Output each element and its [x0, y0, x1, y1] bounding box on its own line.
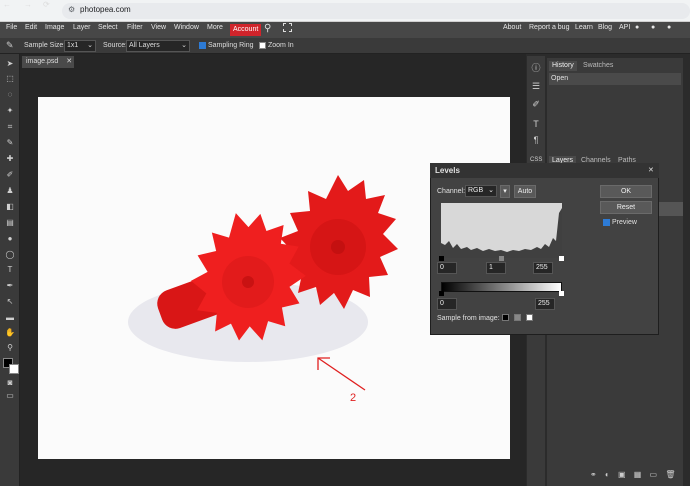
tab-history[interactable]: History — [549, 61, 577, 71]
facebook-icon[interactable]: ● — [667, 24, 671, 31]
menu-learn[interactable]: Learn — [575, 24, 593, 31]
background-color-swatch[interactable] — [9, 364, 19, 374]
quick-mask-icon[interactable]: ◙ — [4, 377, 16, 388]
menu-more[interactable]: More — [207, 24, 223, 31]
input-white-slider[interactable] — [559, 256, 564, 261]
search-icon[interactable]: ⚲ — [264, 23, 271, 34]
twitter-icon[interactable]: ● — [651, 24, 655, 31]
info-icon[interactable]: ⓘ — [530, 62, 542, 74]
forward-icon[interactable]: → — [24, 0, 32, 9]
menu-image[interactable]: Image — [45, 24, 64, 31]
menu-blog[interactable]: Blog — [598, 24, 612, 31]
annotation-arrow — [317, 357, 366, 391]
hand-tool-icon[interactable]: ✋ — [4, 327, 16, 338]
move-tool-icon[interactable]: ➤ — [4, 58, 16, 69]
input-black-field[interactable]: 0 — [437, 262, 457, 274]
input-gamma-slider[interactable] — [499, 256, 504, 261]
character-icon[interactable]: T — [530, 118, 542, 130]
layer-actions-bar[interactable]: ⚭ ◐ ▣ ▦ ▭ 🗑 — [590, 470, 678, 479]
blur-tool-icon[interactable]: ● — [4, 233, 16, 244]
brush-tool-icon[interactable]: ✐ — [4, 169, 16, 180]
account-button[interactable]: Account — [230, 24, 262, 36]
layer-row[interactable] — [657, 202, 683, 216]
sample-size-select[interactable]: 1x1 ⌄ — [64, 40, 96, 52]
brush-panel-icon[interactable]: ✐ — [530, 98, 542, 110]
preview-checkbox[interactable] — [603, 219, 610, 226]
sample-white-point[interactable] — [526, 314, 533, 321]
histogram-graph — [441, 208, 562, 258]
reddit-icon[interactable]: ● — [635, 24, 639, 31]
document-tab[interactable]: image.psd ✕ — [22, 56, 74, 68]
source-select[interactable]: All Layers ⌄ — [126, 40, 190, 52]
sampling-ring-checkbox[interactable] — [199, 42, 206, 49]
channel-options-icon[interactable]: ▾ — [500, 185, 510, 198]
output-black-slider[interactable] — [439, 291, 444, 296]
path-select-icon[interactable]: ↖ — [4, 296, 16, 307]
output-gradient — [441, 282, 562, 292]
history-item-row[interactable] — [549, 73, 681, 85]
ok-button[interactable]: OK — [600, 185, 652, 198]
stamp-tool-icon[interactable]: ♟ — [4, 185, 16, 196]
address-bar[interactable] — [62, 3, 690, 19]
menu-about[interactable]: About — [503, 24, 521, 31]
sample-from-image-label: Sample from image: — [437, 315, 500, 322]
screen-mode-icon[interactable]: ▭ — [4, 390, 16, 401]
paragraph-icon[interactable]: ¶ — [530, 134, 542, 146]
reset-button[interactable]: Reset — [600, 201, 652, 214]
sampling-ring-label: Sampling Ring — [208, 42, 254, 49]
menu-filter[interactable]: Filter — [127, 24, 143, 31]
lasso-tool-icon[interactable]: ◌ — [4, 89, 16, 100]
zoom-in-label: Zoom In — [268, 42, 294, 49]
eyedropper-icon: ✎ — [6, 40, 14, 50]
histogram — [441, 203, 562, 258]
output-white-slider[interactable] — [559, 291, 564, 296]
eraser-tool-icon[interactable]: ◧ — [4, 201, 16, 212]
magic-wand-icon[interactable]: ✦ — [4, 105, 16, 116]
menu-file[interactable]: File — [6, 24, 17, 31]
menu-edit[interactable]: Edit — [25, 24, 37, 31]
rectangle-tool-icon[interactable]: ▬ — [4, 312, 16, 323]
dodge-tool-icon[interactable]: ◯ — [4, 249, 16, 260]
fullscreen-icon[interactable] — [283, 23, 292, 32]
preview-label: Preview — [612, 219, 637, 226]
text-tool-icon[interactable]: T — [4, 264, 16, 275]
menu-select[interactable]: Select — [98, 24, 117, 31]
close-tab-icon[interactable]: ✕ — [66, 58, 72, 65]
url-text: photopea.com — [80, 5, 131, 14]
input-white-field[interactable]: 255 — [533, 262, 553, 274]
gradient-tool-icon[interactable]: ▤ — [4, 217, 16, 228]
zoom-in-checkbox[interactable] — [259, 42, 266, 49]
close-dialog-icon[interactable]: ✕ — [648, 166, 654, 174]
menu-layer[interactable]: Layer — [73, 24, 91, 31]
healing-tool-icon[interactable]: ✚ — [4, 153, 16, 164]
back-icon[interactable]: ← — [3, 0, 11, 9]
levels-titlebar[interactable] — [430, 163, 659, 178]
menu-window[interactable]: Window — [174, 24, 199, 31]
source-label: Source: — [103, 42, 128, 49]
channel-select[interactable]: RGB ⌄ — [465, 185, 497, 197]
crop-tool-icon[interactable]: ⌗ — [4, 121, 16, 132]
levels-title: Levels — [435, 166, 460, 175]
pen-tool-icon[interactable]: ✒ — [4, 280, 16, 291]
auto-button[interactable]: Auto — [514, 185, 536, 198]
sample-size-label: Sample Size: — [24, 42, 66, 49]
sample-gray-point[interactable] — [514, 314, 521, 321]
eyedropper-tool-icon[interactable]: ✎ — [4, 137, 16, 148]
channel-label: Channel: — [437, 188, 466, 195]
menu-api[interactable]: API — [619, 24, 630, 31]
properties-icon[interactable]: ☰ — [530, 80, 542, 92]
site-info-icon[interactable]: ⚙ — [68, 5, 75, 14]
menu-report-bug[interactable]: Report a bug — [529, 24, 569, 31]
input-black-slider[interactable] — [439, 256, 444, 261]
menu-view[interactable]: View — [151, 24, 166, 31]
marquee-tool-icon[interactable]: ⬚ — [4, 73, 16, 84]
sample-black-point[interactable] — [502, 314, 509, 321]
output-black-field[interactable]: 0 — [437, 298, 457, 310]
zoom-tool-icon[interactable]: ⚲ — [4, 342, 16, 353]
reload-icon[interactable]: ⟳ — [43, 0, 50, 9]
input-gamma-field[interactable]: 1 — [486, 262, 506, 274]
history-item-open: Open — [551, 75, 569, 82]
tab-swatches[interactable]: Swatches — [580, 61, 616, 71]
output-white-field[interactable]: 255 — [535, 298, 555, 310]
